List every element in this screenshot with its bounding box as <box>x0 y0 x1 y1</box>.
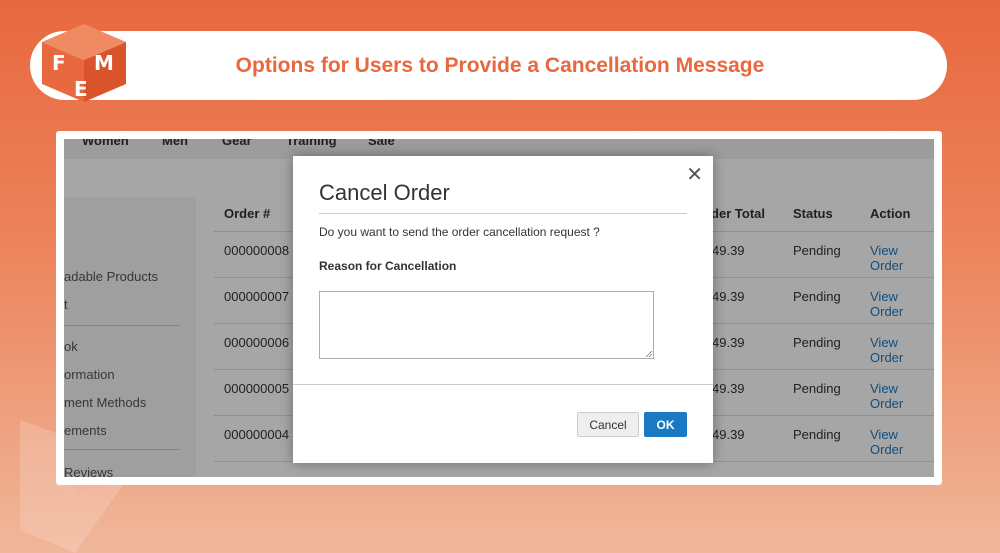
modal-question: Do you want to send the order cancellati… <box>319 225 600 239</box>
resize-grip-icon[interactable] <box>645 350 653 358</box>
svg-text:F: F <box>52 51 66 75</box>
banner-title: Options for Users to Provide a Cancellat… <box>235 53 765 77</box>
cancel-button[interactable]: Cancel <box>577 412 639 437</box>
ok-button[interactable]: OK <box>644 412 687 437</box>
modal-footer-divider <box>293 384 713 385</box>
close-icon[interactable]: ✕ <box>686 162 703 187</box>
svg-text:M: M <box>94 51 114 75</box>
modal-title-divider <box>319 213 687 214</box>
modal-title: Cancel Order <box>319 180 450 205</box>
svg-text:E: E <box>74 77 88 101</box>
store-screenshot: Women Men Gear Training Sale adable Prod… <box>64 139 934 477</box>
cancel-order-modal: ✕ Cancel Order Do you want to send the o… <box>293 156 713 463</box>
reason-textarea[interactable] <box>319 291 654 359</box>
reason-label: Reason for Cancellation <box>319 259 457 273</box>
fme-cube-logo-icon: F M E <box>42 24 126 102</box>
